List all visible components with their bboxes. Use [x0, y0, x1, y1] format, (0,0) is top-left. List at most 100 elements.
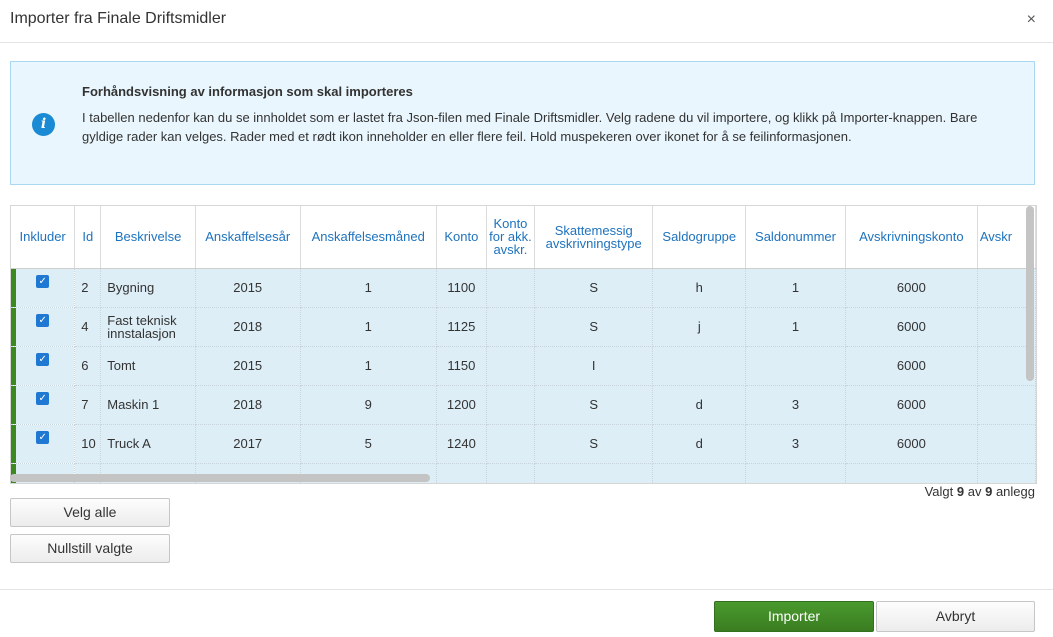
- vertical-scrollbar[interactable]: [1026, 206, 1034, 381]
- assets-table: Inkluder Id Beskrivelse Anskaffelsesår A…: [11, 206, 1036, 483]
- account-cell: 1150: [436, 346, 487, 386]
- select-all-button[interactable]: Velg alle: [10, 498, 170, 527]
- account-cell: [436, 463, 487, 483]
- valid-row-marker: [11, 268, 16, 307]
- acc-depr-cell: [486, 385, 536, 425]
- include-checkbox[interactable]: ✓: [36, 314, 50, 328]
- valid-row-marker: [11, 424, 16, 463]
- month-cell: 5: [300, 424, 437, 464]
- include-cell[interactable]: ✓: [11, 307, 76, 347]
- table-row[interactable]: ✓ 10 Truck A 2017 5 1240 S d 3 6000: [11, 424, 1036, 464]
- selection-status: Valgt 9 av 9 anlegg: [925, 484, 1035, 499]
- info-title: Forhåndsvisning av informasjon som skal …: [82, 84, 413, 99]
- account-cell: 1200: [436, 385, 487, 425]
- col-balance-number[interactable]: Saldonummer: [745, 206, 846, 269]
- col-depr-account[interactable]: Avskrivningskonto: [845, 206, 978, 269]
- account-cell: 1100: [436, 268, 487, 308]
- close-icon[interactable]: ×: [1027, 12, 1036, 28]
- selection-of: av: [967, 484, 982, 499]
- table-row[interactable]: ✓ 4 Fast teknisk innstalasjon 2018 1 112…: [11, 307, 1036, 347]
- acc-depr-cell: [486, 463, 536, 483]
- col-id[interactable]: Id: [74, 206, 102, 269]
- include-cell[interactable]: ✓: [11, 385, 76, 425]
- table-row[interactable]: ✓ 6 Tomt 2015 1 1150 I 6000: [11, 346, 1036, 386]
- include-cell[interactable]: ✓: [11, 424, 76, 464]
- valid-row-marker: [11, 346, 16, 385]
- import-button[interactable]: Importer: [714, 601, 874, 632]
- col-account[interactable]: Konto: [436, 206, 487, 269]
- id-cell: 2: [74, 268, 102, 308]
- table-header-row: Inkluder Id Beskrivelse Anskaffelsesår A…: [11, 206, 1036, 269]
- balance-number-cell: [745, 463, 846, 483]
- depr-account-cell: [845, 463, 978, 483]
- col-tax-depr[interactable]: Skattemessig avskrivningstype: [534, 206, 654, 269]
- balance-group-cell: [652, 346, 747, 386]
- selection-suffix: anlegg: [995, 484, 1035, 499]
- month-cell: 9: [300, 385, 437, 425]
- balance-group-cell: d: [652, 424, 747, 464]
- include-checkbox[interactable]: ✓: [36, 431, 50, 445]
- year-cell: 2017: [195, 424, 301, 464]
- balance-number-cell: 1: [745, 307, 846, 347]
- info-box: i Forhåndsvisning av informasjon som ska…: [10, 61, 1035, 185]
- include-cell[interactable]: ✓: [11, 268, 76, 308]
- include-checkbox[interactable]: ✓: [36, 353, 50, 367]
- col-year[interactable]: Anskaffelsesår: [195, 206, 301, 269]
- dialog-title: Importer fra Finale Driftsmidler: [10, 10, 227, 27]
- dialog-header: Importer fra Finale Driftsmidler ×: [0, 0, 1053, 43]
- tax-depr-cell: S: [534, 424, 654, 464]
- description-cell: Maskin 1: [100, 385, 196, 425]
- acc-depr-cell: [486, 346, 536, 386]
- col-include[interactable]: Inkluder: [11, 206, 76, 269]
- include-checkbox[interactable]: ✓: [36, 275, 50, 289]
- acc-depr-cell: [486, 307, 536, 347]
- tax-depr-cell: S: [534, 307, 654, 347]
- depr-cut-cell: [977, 463, 1036, 483]
- id-cell: 10: [74, 424, 102, 464]
- table-row[interactable]: ✓ 7 Maskin 1 2018 9 1200 S d 3 6000: [11, 385, 1036, 425]
- depr-account-cell: 6000: [845, 424, 978, 464]
- depr-cut-cell: [977, 424, 1036, 464]
- balance-group-cell: [652, 463, 747, 483]
- selected-count: 9: [956, 484, 965, 499]
- year-cell: 2015: [195, 346, 301, 386]
- year-cell: 2015: [195, 268, 301, 308]
- depr-cut-cell: [977, 385, 1036, 425]
- col-month[interactable]: Anskaffelsesmåned: [300, 206, 437, 269]
- year-cell: 2018: [195, 307, 301, 347]
- valid-row-marker: [11, 385, 16, 424]
- cancel-button[interactable]: Avbryt: [876, 601, 1035, 632]
- month-cell: 1: [300, 307, 437, 347]
- include-cell[interactable]: ✓: [11, 346, 76, 386]
- tax-depr-cell: S: [534, 268, 654, 308]
- col-balance-group[interactable]: Saldogruppe: [652, 206, 747, 269]
- depr-account-cell: 6000: [845, 346, 978, 386]
- horizontal-scrollbar[interactable]: [10, 474, 430, 482]
- valid-row-marker: [11, 307, 16, 346]
- id-cell: 7: [74, 385, 102, 425]
- balance-number-cell: 3: [745, 385, 846, 425]
- tax-depr-cell: [534, 463, 654, 483]
- tax-depr-cell: I: [534, 346, 654, 386]
- include-checkbox[interactable]: ✓: [36, 392, 50, 406]
- col-acc-depr[interactable]: Konto for akk. avskr.: [486, 206, 536, 269]
- acc-depr-cell: [486, 424, 536, 464]
- description-cell: Fast teknisk innstalasjon: [100, 307, 196, 347]
- balance-group-cell: j: [652, 307, 747, 347]
- account-cell: 1125: [436, 307, 487, 347]
- reset-selection-button[interactable]: Nullstill valgte: [10, 534, 170, 563]
- acc-depr-cell: [486, 268, 536, 308]
- depr-account-cell: 6000: [845, 307, 978, 347]
- table-row[interactable]: ✓ 2 Bygning 2015 1 1100 S h 1 6000: [11, 268, 1036, 308]
- id-cell: 4: [74, 307, 102, 347]
- selection-prefix: Valgt: [924, 484, 954, 499]
- balance-number-cell: [745, 346, 846, 386]
- depr-account-cell: 6000: [845, 385, 978, 425]
- year-cell: 2018: [195, 385, 301, 425]
- id-cell: 6: [74, 346, 102, 386]
- col-description[interactable]: Beskrivelse: [100, 206, 196, 269]
- account-cell: 1240: [436, 424, 487, 464]
- description-cell: Tomt: [100, 346, 196, 386]
- balance-group-cell: d: [652, 385, 747, 425]
- preview-table: Inkluder Id Beskrivelse Anskaffelsesår A…: [10, 205, 1037, 484]
